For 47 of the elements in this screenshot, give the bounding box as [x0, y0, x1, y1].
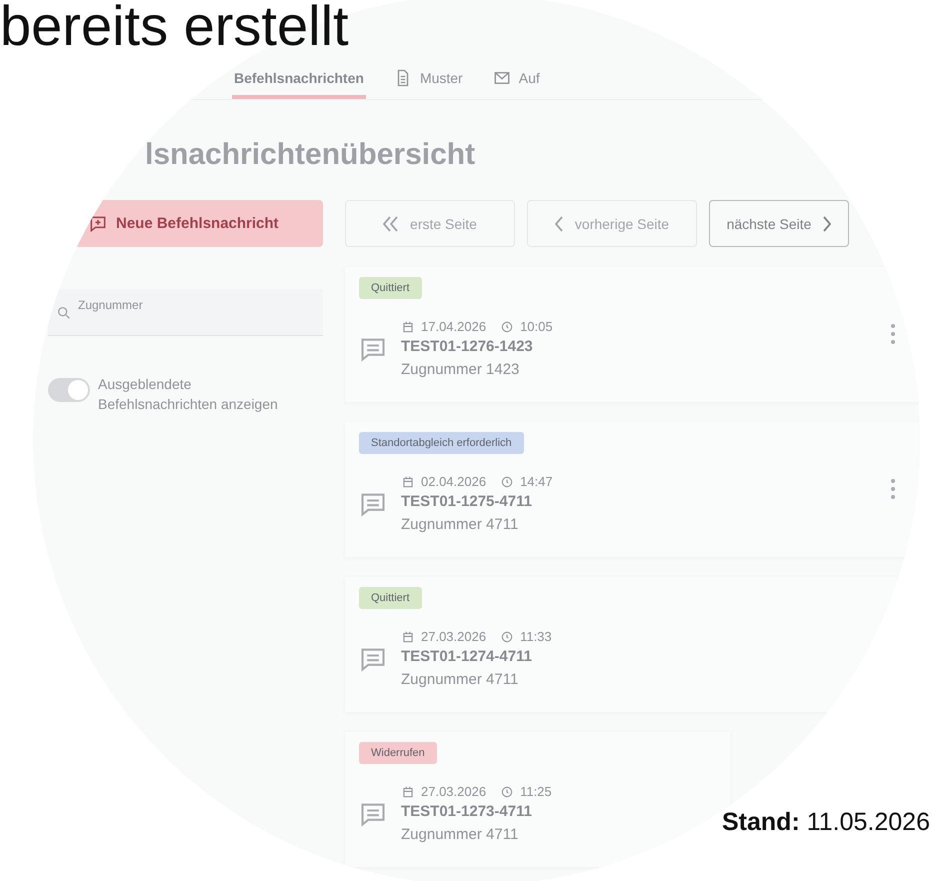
message-train-number: Zugnummer 4711: [401, 516, 520, 533]
clock-icon: [500, 630, 514, 644]
tab[interactable]: Befehlsnachrichten: [232, 67, 366, 99]
page-heading: lsnachrichtenübersicht: [145, 138, 476, 172]
status-badge: Widerrufen: [359, 742, 437, 764]
tab[interactable]: Auf: [490, 67, 542, 99]
slide-title: bereits erstellt: [0, 0, 349, 59]
search-icon: [56, 305, 72, 321]
message-train-number: Zugnummer 4711: [401, 671, 520, 688]
search-field[interactable]: Zugnummer: [48, 289, 323, 336]
message-card[interactable]: Standortabgleich erforderlich 02.04.2026 14:47 TEST01-1275-4711 Zugnummer 4711: [345, 422, 920, 557]
chat-plus-icon: [88, 214, 108, 234]
status-badge: Quittiert: [359, 277, 422, 299]
message-time: 14:47: [520, 474, 553, 489]
more-icon[interactable]: [890, 478, 896, 500]
more-icon[interactable]: [890, 323, 896, 345]
status-badge: Quittiert: [359, 587, 422, 609]
mail-icon: [492, 69, 511, 87]
message-title: TEST01-1273-4711: [401, 803, 533, 820]
message-title: TEST01-1276-1423: [401, 338, 534, 355]
calendar-icon: [401, 784, 415, 798]
message-title: TEST01-1275-4711: [401, 493, 533, 510]
clock-icon: [500, 474, 514, 488]
message-date: 27.03.2026: [421, 784, 486, 799]
calendar-icon: [401, 630, 415, 644]
calendar-icon: [401, 320, 415, 334]
toggle-label: Ausgeblendete Befehlsnachrichten anzeigen: [98, 375, 279, 414]
toggle-switch[interactable]: [48, 378, 90, 402]
chevron-right-icon: [823, 216, 832, 232]
status-badge: Standortabgleich erforderlich: [359, 432, 524, 454]
message-time: 10:05: [520, 319, 553, 334]
message-train-number: Zugnummer 1423: [401, 361, 520, 378]
chevron-left-icon: [554, 216, 563, 232]
calendar-icon: [401, 474, 415, 488]
message-train-number: Zugnummer 4711: [401, 826, 520, 843]
message-date: 02.04.2026: [421, 474, 486, 489]
clock-icon: [500, 784, 514, 798]
message-time: 11:25: [520, 784, 552, 799]
clock-icon: [500, 320, 514, 334]
pager-button[interactable]: nächste Seite: [709, 200, 849, 247]
message-card[interactable]: Quittiert 17.04.2026 10:05 TEST01-1276-1423 Zugnummer 1423: [345, 267, 920, 402]
message-date: 17.04.2026: [421, 319, 486, 334]
message-title: TEST01-1274-4711: [401, 648, 533, 665]
message-time: 11:33: [520, 629, 552, 644]
message-date: 27.03.2026: [421, 629, 486, 644]
double-chevron-left-icon: [383, 216, 398, 232]
tab[interactable]: Muster: [392, 67, 465, 99]
